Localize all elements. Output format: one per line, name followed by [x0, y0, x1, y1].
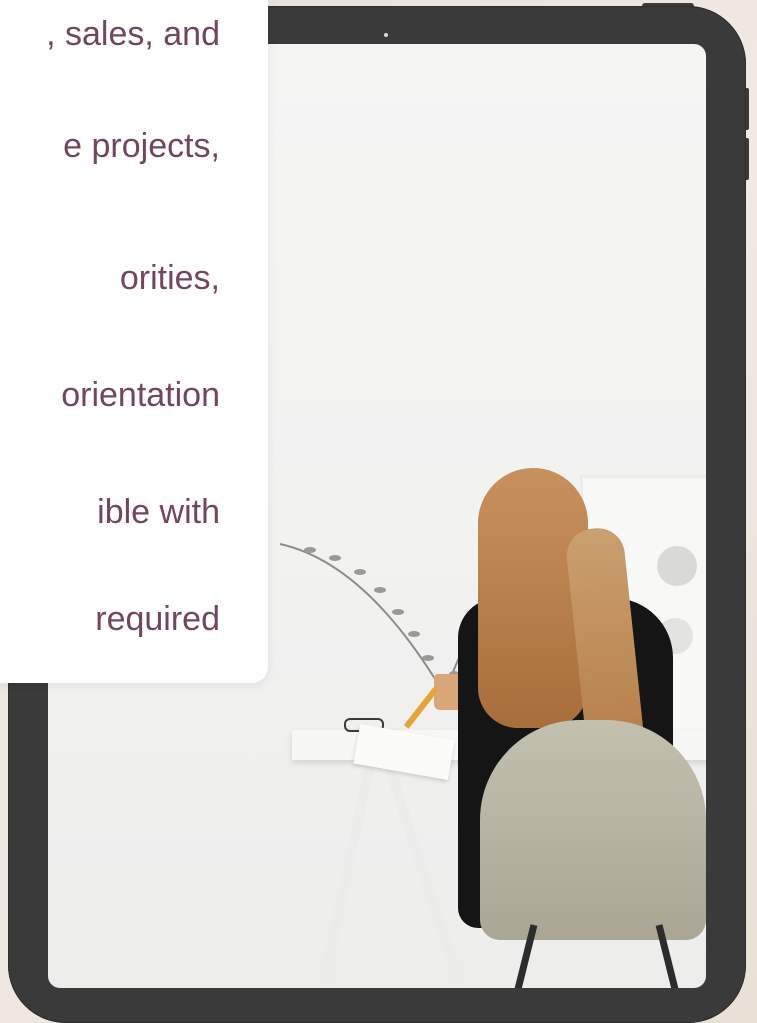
tablet-camera [384, 33, 388, 37]
card-text-line: orities, [119, 259, 220, 297]
card-text-line: orientation [61, 376, 220, 414]
card-text-line: required [95, 600, 220, 638]
text-card: , sales, and e projects, orities, orient… [0, 0, 268, 683]
chair [480, 720, 706, 940]
desk-leg [382, 758, 470, 988]
card-text-line: , sales, and [46, 15, 220, 53]
card-text-line: ible with [97, 493, 220, 531]
desk-leg [314, 758, 376, 988]
card-text-line: e projects, [63, 127, 220, 165]
